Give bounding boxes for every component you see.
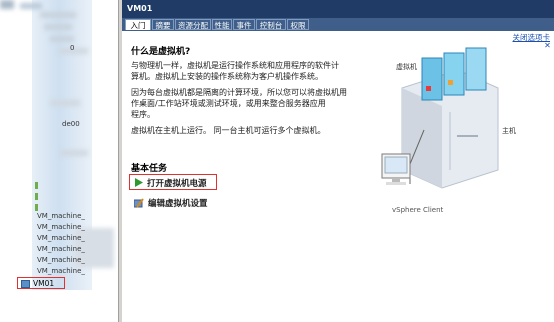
close-icon[interactable]: ✕ [543,41,552,50]
tree-item-vm[interactable]: VM_machine_ [37,245,85,253]
object-header: VM01 [122,0,554,18]
edit-settings-task[interactable]: 编辑虚拟机设置 [131,196,221,210]
tab-performance[interactable]: 性能 [212,19,232,30]
intro-text: 与物理机一样，虚拟机是运行操作系统和应用程序的软件计 [131,61,339,70]
power-on-task[interactable]: 打开虚拟机电源 [129,174,217,190]
tab-events[interactable]: 事件 [233,19,255,30]
tab-resource-allocation[interactable]: 资源分配 [175,19,211,30]
tree-item-vm[interactable]: VM_machine_ [37,223,85,231]
vm-leaf-icon [35,204,38,211]
vm-diagram: 虚拟机 主机 vSphere Client [372,44,522,224]
tree-fragment: 0 [70,44,75,52]
intro-text: 虚拟机在主机上运行。 同一台主机可运行多个虚拟机。 [131,126,326,135]
vm-leaf-icon [35,182,38,189]
inventory-tree: 0 de00 VM_machine_ VM_machine_ VM_machin… [0,0,118,322]
vm-leaf-icon [35,193,38,200]
intro-text: 作桌面/工作站环境或测试环境，或用来整合服务器应用 [131,99,326,108]
tree-item-vm[interactable]: VM_machine_ [37,212,85,220]
edit-settings-label: 编辑虚拟机设置 [148,199,208,209]
tree-item-vm[interactable]: VM_machine_ [37,267,85,275]
tree-item-vm[interactable]: VM_machine_ [37,256,85,264]
object-title: VM01 [127,4,153,13]
tab-permissions[interactable]: 权限 [287,19,309,30]
settings-icon [134,198,144,208]
tree-fragment: de00 [62,120,80,128]
vm-icon [21,280,30,288]
architecture-diagram [381,47,499,189]
tab-bar: 入门 摘要 资源分配 性能 事件 控制台 权限 [122,18,554,31]
section-heading: 什么是虚拟机? [131,47,191,57]
tab-summary[interactable]: 摘要 [152,19,174,30]
play-icon [135,178,143,187]
tasks-heading: 基本任务 [131,164,168,174]
tab-console[interactable]: 控制台 [256,19,286,30]
power-on-label: 打开虚拟机电源 [147,179,207,189]
intro-text: 程序。 [131,110,155,119]
host-label: 主机 [502,127,516,135]
tab-getting-started[interactable]: 入门 [125,19,151,30]
tree-item-vm01-selected[interactable]: VM01 [17,277,65,289]
intro-text: 算机。虚拟机上安装的操作系统称为客户机操作系统。 [131,72,323,81]
tree-item-label: VM01 [33,279,55,288]
intro-text: 因为每台虚拟机都是隔离的计算环境，所以您可以将虚拟机用 [131,88,347,97]
client-label: vSphere Client [392,206,444,214]
tree-item-vm[interactable]: VM_machine_ [37,234,85,242]
